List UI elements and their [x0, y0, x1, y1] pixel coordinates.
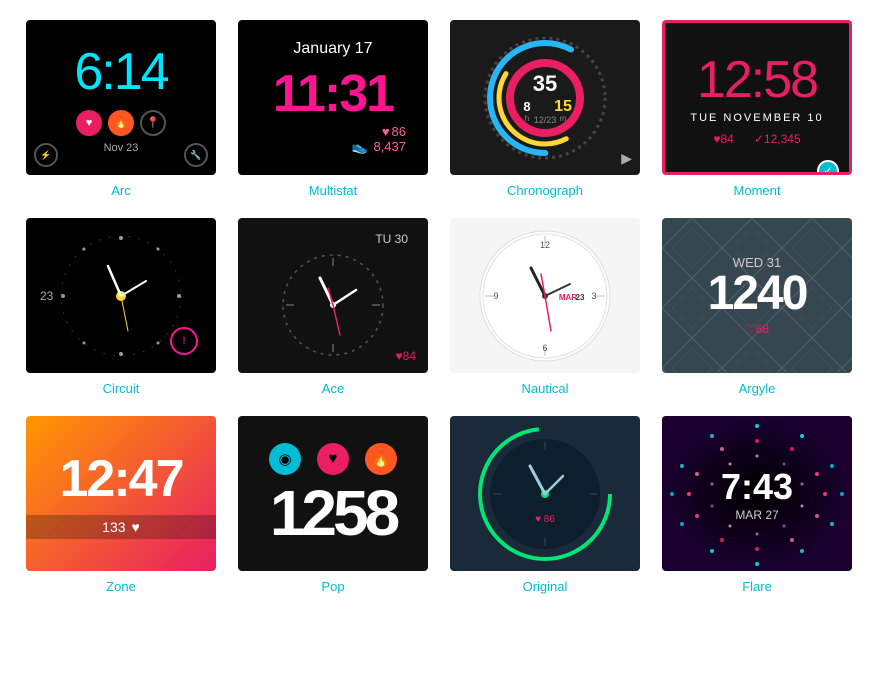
- svg-text:8: 8: [523, 99, 530, 114]
- circuit-number: 23: [40, 289, 53, 303]
- watch-face-arc[interactable]: 6:14 ♥ 🔥 📍 Nov 23 ⚡ 🔧: [26, 20, 216, 175]
- multistat-label: Multistat: [309, 183, 357, 198]
- watch-face-multistat[interactable]: January 17 11:31 ♥86 👟 8,437: [238, 20, 428, 175]
- watch-face-flare[interactable]: 7:43 MAR 27: [662, 416, 852, 571]
- arc-bottom-left-icon: ⚡: [34, 143, 58, 167]
- arc-fire-icon: 🔥: [108, 110, 134, 136]
- svg-text:3: 3: [591, 291, 596, 301]
- circuit-label: Circuit: [103, 381, 140, 396]
- chrono-play-icon: ▶: [621, 150, 632, 167]
- multistat-time: 11:31: [273, 64, 393, 124]
- svg-text:15: 15: [554, 98, 572, 115]
- svg-text:12: 12: [540, 240, 550, 250]
- watch-face-pop[interactable]: ◉ ♥ 🔥 1258: [238, 416, 428, 571]
- watch-item-chronograph[interactable]: 35 8 h 15 m 12/23 ▶ Chronograph: [444, 20, 646, 198]
- watch-item-multistat[interactable]: January 17 11:31 ♥86 👟 8,437 Multistat: [232, 20, 434, 198]
- multistat-heart: ♥86: [382, 124, 408, 139]
- multistat-steps: 👟 8,437: [352, 139, 408, 155]
- ace-heart: ♥84: [396, 349, 416, 363]
- svg-text:6: 6: [542, 343, 547, 353]
- watch-face-zone[interactable]: 12:47 133 ♥: [26, 416, 216, 571]
- watch-item-zone[interactable]: 12:47 133 ♥ Zone: [20, 416, 222, 594]
- moment-date: TUE NOVEMBER 10: [690, 112, 823, 124]
- arc-location-icon: 📍: [140, 110, 166, 136]
- pop-fire-icon: 🔥: [365, 443, 397, 475]
- watch-item-circuit[interactable]: 23 ! Circuit: [20, 218, 222, 396]
- pop-label: Pop: [321, 579, 344, 594]
- watch-item-nautical[interactable]: 12 3 6 9 MAR 23 Nautical: [444, 218, 646, 396]
- moment-label: Moment: [734, 183, 781, 198]
- moment-selected-checkmark: ✓: [817, 160, 839, 175]
- watch-item-pop[interactable]: ◉ ♥ 🔥 1258 Pop: [232, 416, 434, 594]
- argyle-time: 1240: [708, 270, 807, 318]
- watch-item-moment[interactable]: 12:58 TUE NOVEMBER 10 ♥84 ✓12,345 ✓ Mome…: [656, 20, 858, 198]
- circuit-badge: !: [170, 327, 198, 355]
- nautical-label: Nautical: [522, 381, 569, 396]
- watch-item-flare[interactable]: 7:43 MAR 27 Flare: [656, 416, 858, 594]
- watch-face-original[interactable]: ♥ 86: [450, 416, 640, 571]
- watch-faces-grid: 6:14 ♥ 🔥 📍 Nov 23 ⚡ 🔧 Arc January 17 11:…: [20, 20, 858, 594]
- watch-face-argyle[interactable]: WED 31 1240 ♡68: [662, 218, 852, 373]
- watch-face-ace[interactable]: TU 30: [238, 218, 428, 373]
- watch-item-ace[interactable]: TU 30: [232, 218, 434, 396]
- zone-label: Zone: [106, 579, 136, 594]
- arc-time: 6:14: [74, 42, 167, 102]
- pop-heart-icon: ♥: [317, 443, 349, 475]
- argyle-heart: ♡68: [745, 322, 769, 336]
- flare-time: 7:43: [721, 466, 793, 508]
- pop-time: 1258: [270, 481, 396, 545]
- watch-face-circuit[interactable]: 23 !: [26, 218, 216, 373]
- watch-face-moment[interactable]: 12:58 TUE NOVEMBER 10 ♥84 ✓12,345 ✓: [662, 20, 852, 175]
- svg-text:m: m: [560, 114, 567, 123]
- moment-steps: ✓12,345: [754, 132, 801, 146]
- watch-face-nautical[interactable]: 12 3 6 9 MAR 23: [450, 218, 640, 373]
- svg-text:35: 35: [533, 71, 557, 96]
- svg-text:23: 23: [576, 293, 585, 302]
- flare-label: Flare: [742, 579, 772, 594]
- pop-activity-icon: ◉: [269, 443, 301, 475]
- chronograph-label: Chronograph: [507, 183, 583, 198]
- zone-time: 12:47: [60, 449, 183, 509]
- watch-face-chronograph[interactable]: 35 8 h 15 m 12/23 ▶: [450, 20, 640, 175]
- flare-date: MAR 27: [735, 508, 778, 522]
- svg-text:♥ 86: ♥ 86: [535, 514, 555, 525]
- moment-heart: ♥84: [713, 132, 733, 146]
- svg-text:9: 9: [493, 291, 498, 301]
- moment-time: 12:58: [697, 50, 817, 110]
- watch-item-original[interactable]: ♥ 86 Original: [444, 416, 646, 594]
- arc-heart-icon: ♥: [76, 110, 102, 136]
- ace-date: TU 30: [375, 232, 428, 246]
- zone-steps: 133: [102, 519, 125, 535]
- ace-label: Ace: [322, 381, 344, 396]
- original-label: Original: [523, 579, 568, 594]
- argyle-label: Argyle: [739, 381, 776, 396]
- svg-text:12/23: 12/23: [534, 115, 557, 125]
- watch-item-argyle[interactable]: WED 31 1240 ♡68 Argyle: [656, 218, 858, 396]
- multistat-date: January 17: [293, 40, 372, 58]
- zone-heart-icon: ♥: [132, 519, 140, 535]
- watch-item-arc[interactable]: 6:14 ♥ 🔥 📍 Nov 23 ⚡ 🔧 Arc: [20, 20, 222, 198]
- svg-text:h: h: [525, 114, 529, 123]
- arc-label: Arc: [111, 183, 131, 198]
- arc-bottom-right-icon: 🔧: [184, 143, 208, 167]
